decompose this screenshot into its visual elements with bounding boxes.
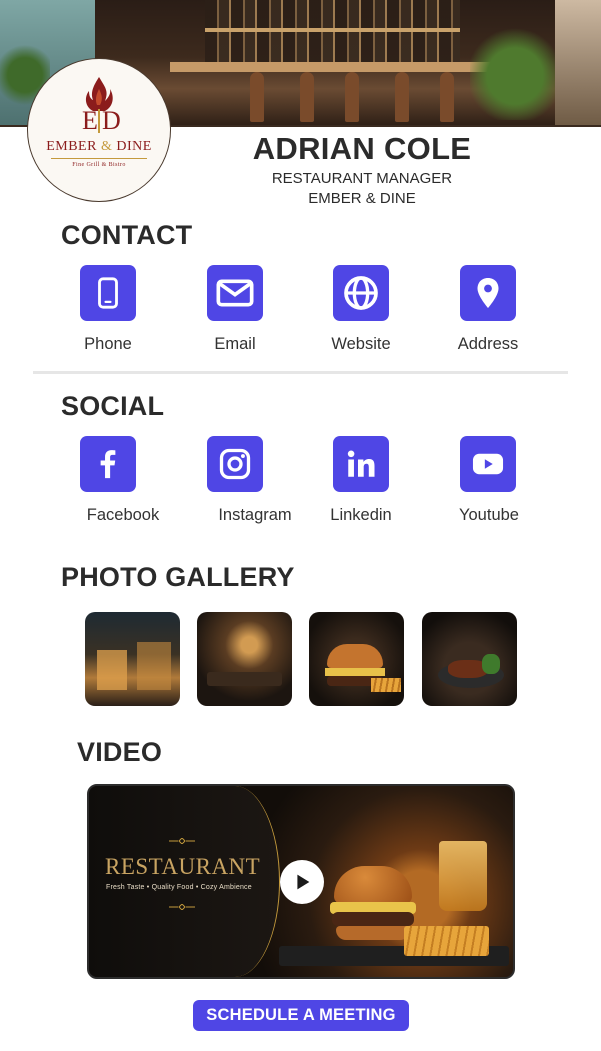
flame-monogram-icon: E D <box>82 77 121 135</box>
logo-ampersand: & <box>100 139 113 154</box>
youtube-label[interactable]: Youtube <box>434 506 544 525</box>
profile-title-block: RESTAURANT MANAGER EMBER & DINE <box>232 169 492 209</box>
photo-garnish <box>482 654 500 674</box>
schedule-meeting-button[interactable]: SCHEDULE A MEETING <box>193 1000 409 1031</box>
banner-stool <box>345 72 359 122</box>
photo-burger-bun <box>327 644 383 668</box>
logo-tagline: Fine Grill & Bistro <box>72 162 126 168</box>
photo-fries <box>371 678 401 692</box>
video-burger-bottom <box>336 926 410 940</box>
linkedin-button[interactable] <box>333 436 389 492</box>
gallery-photo-interior[interactable] <box>197 612 292 706</box>
profile-name: ADRIAN COLE <box>252 131 472 166</box>
video-burger-bun <box>334 866 412 904</box>
linkedin-icon <box>347 450 375 477</box>
logo-divider <box>51 158 147 159</box>
banner-plant-right <box>470 10 560 120</box>
profile-company: EMBER & DINE <box>308 190 416 207</box>
banner-stool <box>250 72 264 122</box>
banner-bar-counter <box>170 62 500 72</box>
banner-stool <box>440 72 454 122</box>
youtube-button[interactable] <box>460 436 516 492</box>
instagram-label[interactable]: Instagram <box>200 506 310 525</box>
section-divider <box>33 371 568 374</box>
youtube-icon <box>472 453 504 475</box>
location-pin-icon <box>477 278 499 308</box>
banner-bar-shelves <box>205 0 460 70</box>
facebook-button[interactable] <box>80 436 136 492</box>
website-label[interactable]: Website <box>306 335 416 354</box>
social-heading: SOCIAL <box>61 391 165 421</box>
video-burger-patty <box>332 912 414 926</box>
profile-role: RESTAURANT MANAGER <box>271 170 453 187</box>
video-fries <box>404 926 489 956</box>
email-label[interactable]: Email <box>180 335 290 354</box>
contact-heading: CONTACT <box>61 220 193 250</box>
banner-window-right <box>555 0 601 127</box>
banner-stool <box>300 72 314 122</box>
address-label[interactable]: Address <box>433 335 543 354</box>
video-overlay-subtitle: Fresh Taste • Quality Food • Cozy Ambien… <box>106 884 252 891</box>
globe-icon <box>344 276 378 310</box>
email-icon <box>216 279 254 307</box>
ornament-icon <box>169 904 195 910</box>
facebook-label[interactable]: Facebook <box>68 506 178 525</box>
email-button[interactable] <box>207 265 263 321</box>
video-play-button[interactable] <box>280 860 324 904</box>
photo-burger-cheese <box>325 668 385 676</box>
photo-table <box>207 672 282 686</box>
linkedin-label[interactable]: Linkedin <box>306 506 416 525</box>
phone-button[interactable] <box>80 265 136 321</box>
logo-wordmark: EMBER & DINE <box>46 139 152 155</box>
video-drink-glass <box>439 841 487 911</box>
play-icon <box>297 874 310 890</box>
video-heading: VIDEO <box>77 737 163 767</box>
banner-shelf-light <box>205 28 460 32</box>
logo-word-1: EMBER <box>46 139 97 154</box>
ornament-icon <box>169 838 195 844</box>
logo-word-2: DINE <box>116 139 152 154</box>
gallery-photo-exterior[interactable] <box>85 612 180 706</box>
video-player[interactable]: RESTAURANT Fresh Taste • Quality Food • … <box>87 784 515 979</box>
gallery-photo-burger[interactable] <box>309 612 404 706</box>
website-button[interactable] <box>333 265 389 321</box>
video-overlay-title: RESTAURANT <box>105 854 261 879</box>
company-logo: E D EMBER & DINE Fine Grill & Bistro <box>27 58 171 202</box>
phone-label[interactable]: Phone <box>53 335 163 354</box>
photo-window-light <box>137 642 171 690</box>
svg-text:D: D <box>102 106 121 135</box>
phone-icon <box>98 277 118 309</box>
video-title-panel: RESTAURANT Fresh Taste • Quality Food • … <box>89 786 280 977</box>
instagram-button[interactable] <box>207 436 263 492</box>
svg-text:E: E <box>82 106 98 135</box>
facebook-icon <box>100 450 116 479</box>
address-button[interactable] <box>460 265 516 321</box>
banner-stool <box>395 72 409 122</box>
gallery-heading: PHOTO GALLERY <box>61 562 295 592</box>
photo-window-light <box>97 650 127 690</box>
gallery-photo-steak[interactable] <box>422 612 517 706</box>
instagram-icon <box>219 448 251 480</box>
